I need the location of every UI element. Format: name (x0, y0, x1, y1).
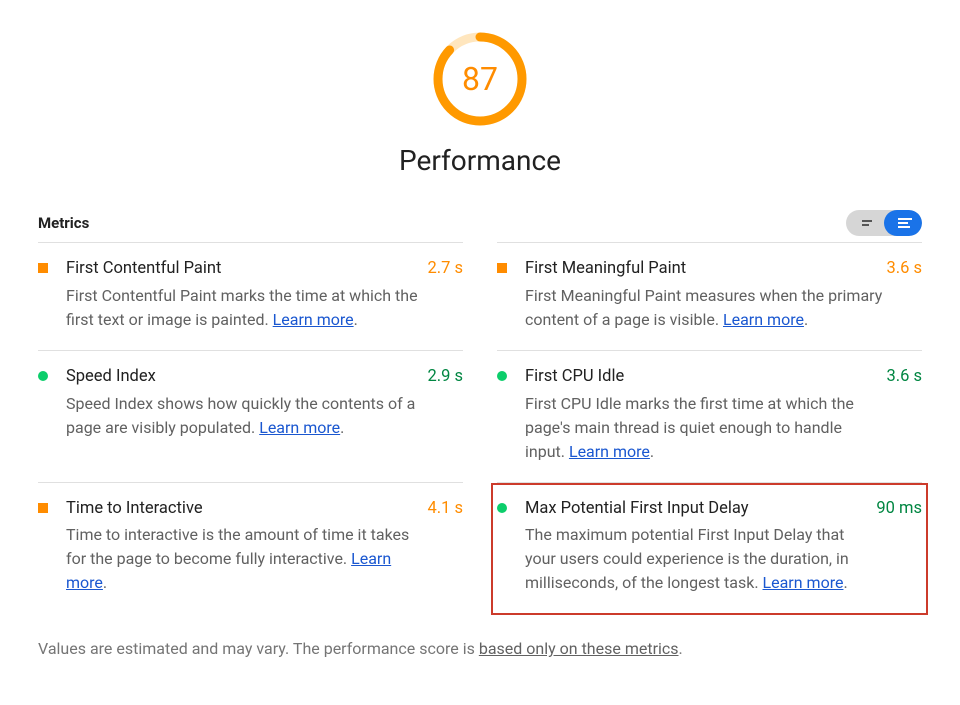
metric-row: First Contentful Paint First Contentful P… (38, 242, 463, 350)
metric-title: Max Potential First Input Delay (525, 497, 872, 522)
metric-description-text: First Meaningful Paint measures when the… (525, 286, 882, 329)
score-value: 87 (431, 30, 529, 128)
metric-description: First Meaningful Paint measures when the… (525, 284, 882, 332)
metric-body: First CPU IdleFirst CPU Idle marks the f… (525, 365, 882, 464)
metric-row: Time to InteractiveTime to interactive i… (38, 482, 463, 614)
metric-value: 3.6 s (886, 365, 922, 464)
metric-value: 4.1 s (427, 497, 463, 596)
status-average-icon (497, 263, 507, 273)
toggle-compact-button[interactable] (846, 210, 884, 236)
learn-more-link[interactable]: Learn more (259, 418, 340, 437)
page-title: Performance (399, 140, 561, 182)
metric-value: 90 ms (876, 497, 922, 596)
metrics-label: Metrics (38, 212, 89, 235)
learn-more-link[interactable]: Learn more (723, 310, 804, 329)
metric-title: First Meaningful Paint (525, 257, 882, 282)
learn-more-link[interactable]: Learn more (763, 573, 844, 592)
metric-title: Speed Index (66, 365, 423, 390)
detailed-icon (894, 218, 912, 228)
view-toggle (846, 210, 922, 236)
toggle-detailed-button[interactable] (884, 210, 922, 236)
footnote: Values are estimated and may vary. The p… (38, 637, 922, 661)
metric-value: 2.7 s (427, 257, 463, 332)
metric-body: First Meaningful Paint First Meaningful P… (525, 257, 882, 332)
footnote-link[interactable]: based only on these metrics (479, 639, 679, 658)
metric-title: Time to Interactive (66, 497, 423, 522)
metric-description-text: Speed Index shows how quickly the conten… (66, 394, 415, 437)
metric-description: First Contentful Paint marks the time at… (66, 284, 423, 332)
status-good-icon (497, 371, 507, 381)
status-good-icon (38, 371, 48, 381)
metric-row: First CPU IdleFirst CPU Idle marks the f… (497, 350, 922, 482)
metric-value: 2.9 s (427, 365, 463, 464)
learn-more-link[interactable]: Learn more (569, 442, 650, 461)
status-average-icon (38, 263, 48, 273)
learn-more-link[interactable]: Learn more (273, 310, 354, 329)
metric-description: Speed Index shows how quickly the conten… (66, 392, 423, 440)
metric-description: Time to interactive is the amount of tim… (66, 523, 423, 595)
metrics-grid: First Contentful Paint First Contentful P… (38, 242, 922, 613)
footnote-suffix: . (679, 639, 683, 658)
footnote-prefix: Values are estimated and may vary. The p… (38, 639, 479, 658)
metric-value: 3.6 s (886, 257, 922, 332)
metric-title: First Contentful Paint (66, 257, 423, 282)
status-good-icon (497, 503, 507, 513)
metric-row: Max Potential First Input DelayThe maxim… (497, 482, 922, 614)
metric-description: First CPU Idle marks the first time at w… (525, 392, 882, 464)
metric-row: First Meaningful Paint First Meaningful P… (497, 242, 922, 350)
status-average-icon (38, 503, 48, 513)
metric-body: First Contentful Paint First Contentful P… (66, 257, 423, 332)
metric-body: Max Potential First Input DelayThe maxim… (525, 497, 872, 596)
metric-row: Speed Index Speed Index shows how quickly… (38, 350, 463, 482)
metric-description: The maximum potential First Input Delay … (525, 523, 872, 595)
metric-body: Time to InteractiveTime to interactive i… (66, 497, 423, 596)
score-gauge: 87 (431, 30, 529, 128)
metric-title: First CPU Idle (525, 365, 882, 390)
compact-icon (858, 220, 872, 226)
metric-description-text: First Contentful Paint marks the time at… (66, 286, 418, 329)
metrics-header-row: Metrics (38, 210, 922, 236)
metric-body: Speed Index Speed Index shows how quickly… (66, 365, 423, 464)
performance-header: 87 Performance (38, 18, 922, 182)
